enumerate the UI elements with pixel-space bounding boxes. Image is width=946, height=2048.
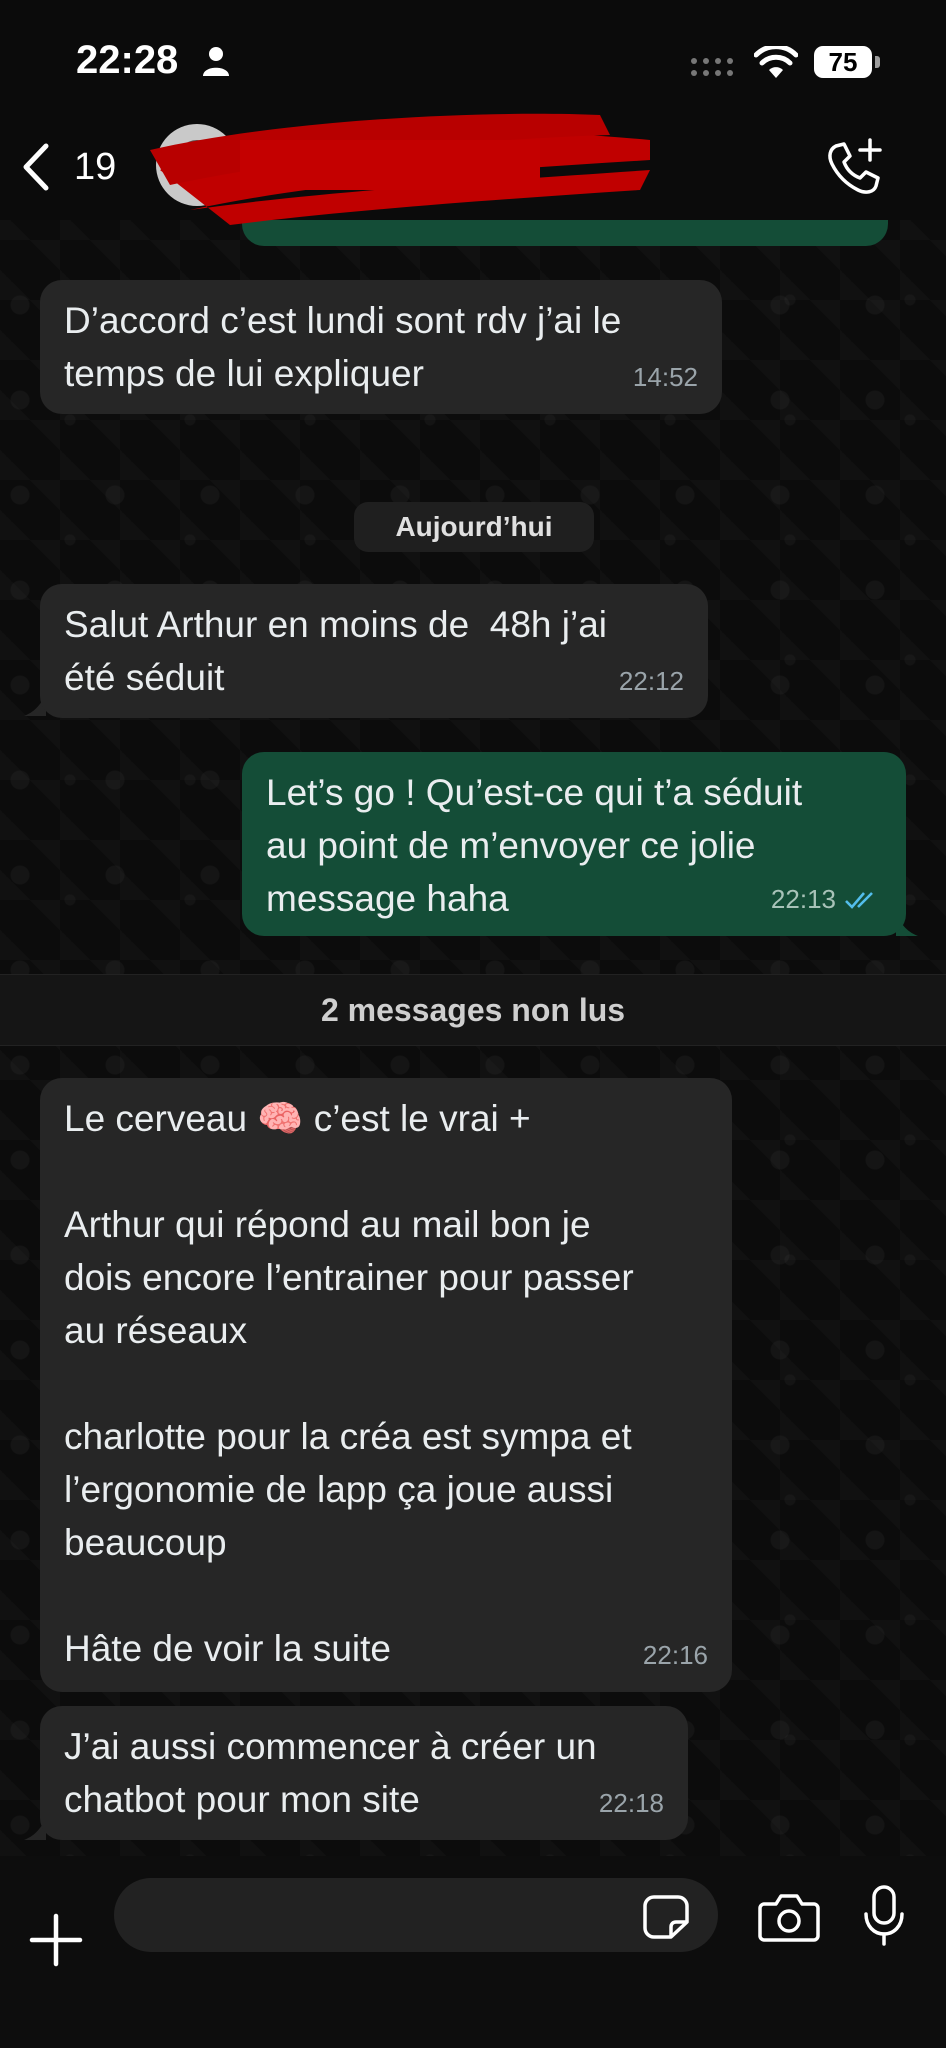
message-meta: 22:18	[599, 1777, 664, 1830]
battery-tip	[875, 56, 880, 68]
chevron-left-icon	[23, 143, 49, 191]
sticker-icon[interactable]	[642, 1894, 690, 1940]
message-bubble-incoming[interactable]: J’ai aussi commencer à créer un chatbot …	[40, 1706, 688, 1840]
chat-header: 19	[0, 110, 946, 225]
message-text: Salut Arthur en moins de 48h j’ai été sé…	[64, 604, 607, 698]
back-button[interactable]: 19	[18, 142, 116, 192]
message-time: 22:16	[642, 1640, 708, 1670]
message-bubble-outgoing[interactable]: Let’s go ! Qu’est-ce qui t’a séduit au p…	[242, 752, 906, 936]
read-ticks-icon	[845, 891, 873, 909]
message-input[interactable]	[114, 1878, 718, 1952]
camera-icon[interactable]	[758, 1892, 820, 1942]
message-meta: 22:12	[619, 655, 684, 708]
unread-messages-banner: 2 messages non lus	[0, 974, 946, 1046]
message-text: Le cerveau 🧠 c’est le vrai + Arthur qui …	[64, 1098, 634, 1669]
person-icon	[203, 47, 229, 76]
microphone-icon[interactable]	[862, 1884, 906, 1948]
status-bar: 22:28 75	[0, 0, 946, 120]
message-time: 22:12	[618, 666, 684, 696]
status-time: 22:28	[76, 38, 179, 82]
message-meta: 22:16	[643, 1629, 708, 1682]
message-time: 14:52	[632, 362, 698, 392]
message-bubble-incoming[interactable]: D’accord c’est lundi sont rdv j’ai le te…	[40, 280, 722, 414]
message-time: 22:13	[770, 884, 836, 914]
message-bubble-incoming[interactable]: Salut Arthur en moins de 48h j’ai été sé…	[40, 584, 708, 718]
message-text: J’ai aussi commencer à créer un chatbot …	[64, 1726, 597, 1820]
add-call-icon[interactable]	[822, 136, 886, 200]
message-bubble-incoming[interactable]: Le cerveau 🧠 c’est le vrai + Arthur qui …	[40, 1078, 732, 1692]
message-composer	[0, 1856, 946, 2048]
unread-chats-count: 19	[74, 145, 117, 188]
plus-icon[interactable]	[28, 1912, 84, 1968]
message-text: D’accord c’est lundi sont rdv j’ai le te…	[64, 300, 622, 394]
redaction-scribble	[150, 113, 650, 225]
message-meta: 14:52	[633, 351, 698, 404]
message-time: 22:18	[598, 1788, 664, 1818]
wifi-icon	[754, 46, 798, 78]
date-separator: Aujourd’hui	[354, 502, 594, 552]
message-meta: 22:13	[771, 873, 882, 926]
cellular-signal-icon	[691, 58, 733, 76]
battery-indicator: 75	[814, 46, 872, 78]
